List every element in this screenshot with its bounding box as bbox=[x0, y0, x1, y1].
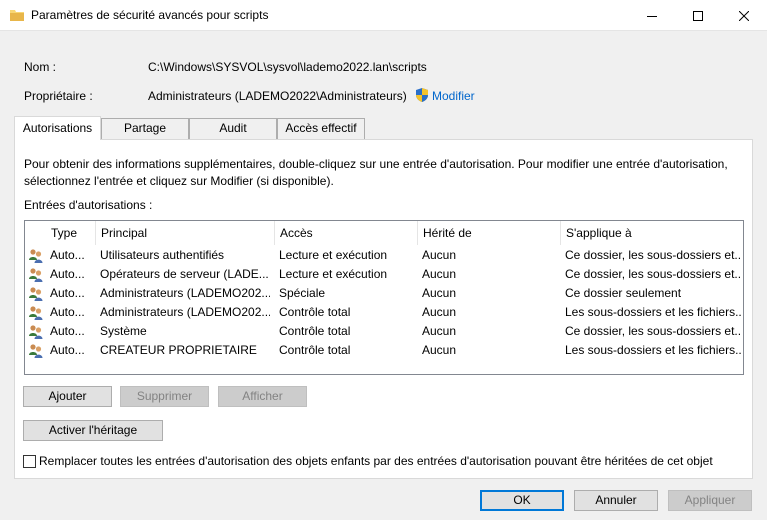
user-group-icon bbox=[28, 248, 44, 264]
tab-audit[interactable]: Audit bbox=[189, 118, 277, 139]
cell-type: Auto... bbox=[50, 248, 85, 262]
entries-label: Entrées d'autorisations : bbox=[24, 198, 153, 212]
cell-inherited: Aucun bbox=[422, 267, 457, 281]
column-header-access[interactable]: Accès bbox=[274, 221, 417, 246]
minimize-button[interactable] bbox=[629, 0, 675, 31]
name-label: Nom : bbox=[24, 60, 57, 74]
ok-button[interactable]: OK bbox=[480, 490, 564, 511]
cell-principal: CREATEUR PROPRIETAIRE bbox=[100, 343, 257, 357]
owner-value: Administrateurs (LADEMO2022\Administrate… bbox=[148, 89, 407, 103]
cell-access: Contrôle total bbox=[279, 343, 351, 357]
table-row[interactable]: Auto... Opérateurs de serveur (LADE... Lec… bbox=[25, 265, 743, 284]
cell-access: Spéciale bbox=[279, 286, 326, 300]
cell-applies: Ce dossier, les sous-dossiers et... bbox=[565, 248, 741, 262]
cell-access: Lecture et exécution bbox=[279, 267, 388, 281]
table-row[interactable]: Auto... Utilisateurs authentifiés Lecture … bbox=[25, 246, 743, 265]
cell-inherited: Aucun bbox=[422, 343, 457, 357]
apply-button[interactable]: Appliquer bbox=[668, 490, 752, 511]
cell-principal: Administrateurs (LADEMO202... bbox=[100, 286, 270, 300]
cell-applies: Ce dossier, les sous-dossiers et... bbox=[565, 267, 741, 281]
minimize-icon bbox=[647, 11, 657, 21]
permission-entries-list[interactable]: Type Principal Accès Hérité de S'appliqu… bbox=[24, 220, 744, 375]
close-button[interactable] bbox=[721, 0, 767, 31]
folder-icon bbox=[10, 8, 24, 22]
cell-type: Auto... bbox=[50, 324, 85, 338]
replace-child-entries-checkbox[interactable] bbox=[23, 455, 36, 468]
user-group-icon bbox=[28, 305, 44, 321]
user-group-icon bbox=[28, 267, 44, 283]
cell-inherited: Aucun bbox=[422, 324, 457, 338]
cell-type: Auto... bbox=[50, 286, 85, 300]
cell-inherited: Aucun bbox=[422, 305, 457, 319]
info-line-1: Pour obtenir des informations supplément… bbox=[24, 157, 728, 171]
cell-principal: Opérateurs de serveur (LADE... bbox=[100, 267, 269, 281]
table-row[interactable]: Auto... CREATEUR PROPRIETAIRE Contrôle tot… bbox=[25, 341, 743, 360]
cell-type: Auto... bbox=[50, 267, 85, 281]
tab-partage[interactable]: Partage bbox=[101, 118, 189, 139]
cell-access: Contrôle total bbox=[279, 324, 351, 338]
tab-acces-effectif[interactable]: Accès effectif bbox=[277, 118, 365, 139]
column-header-principal[interactable]: Principal bbox=[95, 221, 274, 246]
user-group-icon bbox=[28, 324, 44, 340]
name-value: C:\Windows\SYSVOL\sysvol\lademo2022.lan\… bbox=[148, 60, 427, 74]
enable-inheritance-button[interactable]: Activer l'héritage bbox=[23, 420, 163, 441]
maximize-icon bbox=[693, 10, 703, 21]
user-group-icon bbox=[28, 343, 44, 359]
cell-access: Contrôle total bbox=[279, 305, 351, 319]
permissions-panel: Pour obtenir des informations supplément… bbox=[14, 139, 753, 479]
cell-applies: Ce dossier, les sous-dossiers et... bbox=[565, 324, 741, 338]
maximize-button[interactable] bbox=[675, 0, 721, 31]
cell-applies: Ce dossier seulement bbox=[565, 286, 682, 300]
view-button[interactable]: Afficher bbox=[218, 386, 307, 407]
info-text: Pour obtenir des informations supplément… bbox=[24, 156, 744, 190]
replace-child-entries-label[interactable]: Remplacer toutes les entrées d'autorisat… bbox=[39, 454, 713, 468]
cell-principal: Administrateurs (LADEMO202... bbox=[100, 305, 270, 319]
table-row[interactable]: Auto... Administrateurs (LADEMO202... Spéc… bbox=[25, 284, 743, 303]
cell-principal: Système bbox=[100, 324, 147, 338]
cell-applies: Les sous-dossiers et les fichiers... bbox=[565, 305, 741, 319]
title-bar: Paramètres de sécurité avancés pour scri… bbox=[0, 0, 767, 31]
user-group-icon bbox=[28, 286, 44, 302]
cell-type: Auto... bbox=[50, 343, 85, 357]
uac-shield-icon bbox=[414, 87, 430, 106]
cell-principal: Utilisateurs authentifiés bbox=[100, 248, 225, 262]
column-header-applies[interactable]: S'applique à bbox=[560, 221, 743, 246]
table-row[interactable]: Auto... Système Contrôle total Aucun Ce doss… bbox=[25, 322, 743, 341]
window-title: Paramètres de sécurité avancés pour scri… bbox=[31, 8, 269, 22]
table-row[interactable]: Auto... Administrateurs (LADEMO202... Cont… bbox=[25, 303, 743, 322]
owner-label: Propriétaire : bbox=[24, 89, 93, 103]
add-button[interactable]: Ajouter bbox=[23, 386, 112, 407]
cell-type: Auto... bbox=[50, 305, 85, 319]
cancel-button[interactable]: Annuler bbox=[574, 490, 658, 511]
cell-access: Lecture et exécution bbox=[279, 248, 388, 262]
modify-owner-link[interactable]: Modifier bbox=[432, 89, 475, 103]
tab-autorisations[interactable]: Autorisations bbox=[14, 116, 101, 140]
info-line-2: sélectionnez l'entrée et cliquez sur Mod… bbox=[24, 174, 334, 188]
cell-inherited: Aucun bbox=[422, 248, 457, 262]
column-header-inherited[interactable]: Hérité de bbox=[417, 221, 560, 246]
cell-applies: Les sous-dossiers et les fichiers... bbox=[565, 343, 741, 357]
remove-button[interactable]: Supprimer bbox=[120, 386, 209, 407]
cell-inherited: Aucun bbox=[422, 286, 457, 300]
close-icon bbox=[739, 10, 749, 21]
column-header-type[interactable]: Type bbox=[45, 221, 95, 246]
